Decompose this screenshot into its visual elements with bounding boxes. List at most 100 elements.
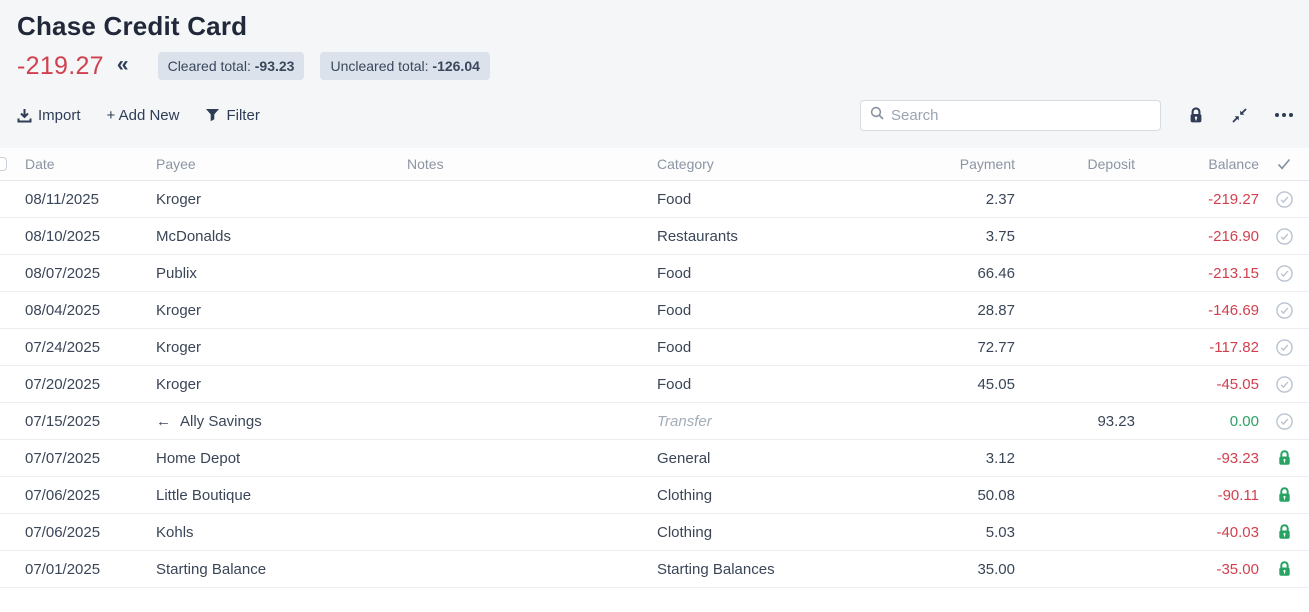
transaction-payment[interactable]: 28.87 bbox=[902, 302, 1015, 319]
transaction-date[interactable]: 08/04/2025 bbox=[20, 302, 151, 319]
transaction-category[interactable]: Restaurants bbox=[652, 228, 902, 245]
payee-name: Publix bbox=[156, 265, 197, 282]
transaction-date[interactable]: 08/07/2025 bbox=[20, 265, 151, 282]
transaction-payee[interactable]: Kroger bbox=[151, 302, 402, 319]
transaction-category[interactable]: Food bbox=[652, 339, 902, 356]
column-header-deposit[interactable]: Deposit bbox=[1015, 156, 1135, 172]
transaction-payee[interactable]: Kroger bbox=[151, 191, 402, 208]
transaction-date[interactable]: 07/07/2025 bbox=[20, 450, 151, 467]
transaction-payee[interactable]: Starting Balance bbox=[151, 561, 402, 578]
transaction-payment[interactable]: 3.12 bbox=[902, 450, 1015, 467]
table-row[interactable]: 07/07/2025 Home Depot General 3.12 -93.2… bbox=[0, 440, 1309, 477]
transaction-payee[interactable]: Kroger bbox=[151, 339, 402, 356]
transaction-status-toggle[interactable] bbox=[1259, 487, 1309, 503]
add-new-button[interactable]: + Add New bbox=[107, 107, 180, 124]
transaction-payment[interactable]: 66.46 bbox=[902, 265, 1015, 282]
table-row[interactable]: 07/06/2025 Little Boutique Clothing 50.0… bbox=[0, 477, 1309, 514]
download-icon bbox=[17, 108, 32, 123]
search-box[interactable] bbox=[860, 100, 1161, 131]
transaction-date[interactable]: 07/06/2025 bbox=[20, 524, 151, 541]
account-balance: -219.27 bbox=[17, 52, 104, 81]
circle-check-icon bbox=[1276, 413, 1293, 430]
transaction-status-toggle[interactable] bbox=[1259, 561, 1309, 577]
green-lock-icon bbox=[1277, 561, 1292, 577]
payee-name: Home Depot bbox=[156, 450, 240, 467]
transaction-status-toggle[interactable] bbox=[1259, 413, 1309, 430]
table-row[interactable]: 07/24/2025 Kroger Food 72.77 -117.82 bbox=[0, 329, 1309, 366]
transaction-category[interactable]: Clothing bbox=[652, 487, 902, 504]
table-row[interactable]: 07/01/2025 Starting Balance Starting Bal… bbox=[0, 551, 1309, 588]
transaction-date[interactable]: 08/10/2025 bbox=[20, 228, 151, 245]
transactions-table: Date Payee Notes Category Payment Deposi… bbox=[0, 148, 1309, 612]
transaction-payee[interactable]: Publix bbox=[151, 265, 402, 282]
transaction-status-toggle[interactable] bbox=[1259, 228, 1309, 245]
transaction-date[interactable]: 07/20/2025 bbox=[20, 376, 151, 393]
transaction-category[interactable]: Starting Balances bbox=[652, 561, 902, 578]
column-header-payee[interactable]: Payee bbox=[151, 156, 402, 172]
account-header-panel: Chase Credit Card -219.27 « Cleared tota… bbox=[0, 0, 1309, 148]
transaction-category[interactable]: General bbox=[652, 450, 902, 467]
transaction-payee[interactable]: ←Ally Savings bbox=[151, 413, 402, 430]
transaction-deposit[interactable]: 93.23 bbox=[1015, 413, 1135, 430]
table-row[interactable]: 07/06/2025 Kohls Clothing 5.03 -40.03 bbox=[0, 514, 1309, 551]
transaction-category[interactable]: Food bbox=[652, 302, 902, 319]
transaction-category[interactable]: Food bbox=[652, 265, 902, 282]
transaction-status-toggle[interactable] bbox=[1259, 191, 1309, 208]
column-header-category[interactable]: Category bbox=[652, 156, 902, 172]
table-row[interactable]: 07/20/2025 Kroger Food 45.05 -45.05 bbox=[0, 366, 1309, 403]
transaction-rows: 08/11/2025 Kroger Food 2.37 -219.27 08/1… bbox=[0, 181, 1309, 588]
transaction-payee[interactable]: Home Depot bbox=[151, 450, 402, 467]
transaction-status-toggle[interactable] bbox=[1259, 376, 1309, 393]
account-menu-button[interactable] bbox=[1275, 113, 1293, 117]
transaction-payee[interactable]: McDonalds bbox=[151, 228, 402, 245]
column-header-notes[interactable]: Notes bbox=[402, 156, 652, 172]
table-row[interactable]: 07/15/2025 ←Ally Savings Transfer 93.23 … bbox=[0, 403, 1309, 440]
table-row[interactable]: 08/04/2025 Kroger Food 28.87 -146.69 bbox=[0, 292, 1309, 329]
filter-label: Filter bbox=[226, 107, 259, 124]
collapse-transactions-button[interactable] bbox=[1231, 107, 1248, 124]
transaction-balance: -45.05 bbox=[1135, 376, 1259, 393]
collapse-arrows-icon bbox=[1231, 107, 1248, 124]
transaction-payment[interactable]: 35.00 bbox=[902, 561, 1015, 578]
table-row[interactable]: 08/10/2025 McDonalds Restaurants 3.75 -2… bbox=[0, 218, 1309, 255]
search-input[interactable] bbox=[891, 107, 1151, 124]
payee-name: Kroger bbox=[156, 191, 201, 208]
transaction-category[interactable]: Transfer bbox=[652, 413, 902, 430]
transaction-payment[interactable]: 72.77 bbox=[902, 339, 1015, 356]
transaction-payee[interactable]: Kroger bbox=[151, 376, 402, 393]
transaction-payment[interactable]: 2.37 bbox=[902, 191, 1015, 208]
transaction-date[interactable]: 08/11/2025 bbox=[20, 191, 151, 208]
transaction-date[interactable]: 07/24/2025 bbox=[20, 339, 151, 356]
column-header-balance[interactable]: Balance bbox=[1135, 156, 1259, 172]
transaction-category[interactable]: Food bbox=[652, 376, 902, 393]
transaction-status-toggle[interactable] bbox=[1259, 524, 1309, 540]
column-header-payment[interactable]: Payment bbox=[902, 156, 1015, 172]
transaction-payment[interactable]: 5.03 bbox=[902, 524, 1015, 541]
column-header-cleared[interactable] bbox=[1259, 158, 1309, 170]
import-button[interactable]: Import bbox=[17, 107, 81, 124]
transaction-status-toggle[interactable] bbox=[1259, 339, 1309, 356]
transaction-payment[interactable]: 45.05 bbox=[902, 376, 1015, 393]
transaction-category[interactable]: Food bbox=[652, 191, 902, 208]
transaction-status-toggle[interactable] bbox=[1259, 450, 1309, 466]
transaction-payment[interactable]: 3.75 bbox=[902, 228, 1015, 245]
transaction-status-toggle[interactable] bbox=[1259, 302, 1309, 319]
transaction-date[interactable]: 07/01/2025 bbox=[20, 561, 151, 578]
table-row[interactable]: 08/07/2025 Publix Food 66.46 -213.15 bbox=[0, 255, 1309, 292]
select-all-checkbox[interactable] bbox=[0, 157, 7, 171]
transaction-balance: -40.03 bbox=[1135, 524, 1259, 541]
transaction-payee[interactable]: Little Boutique bbox=[151, 487, 402, 504]
table-row[interactable]: 08/11/2025 Kroger Food 2.37 -219.27 bbox=[0, 181, 1309, 218]
transaction-status-toggle[interactable] bbox=[1259, 265, 1309, 282]
transaction-category[interactable]: Clothing bbox=[652, 524, 902, 541]
transaction-date[interactable]: 07/15/2025 bbox=[20, 413, 151, 430]
circle-check-icon bbox=[1276, 191, 1293, 208]
transaction-payee[interactable]: Kohls bbox=[151, 524, 402, 541]
select-all-checkbox-cell[interactable] bbox=[0, 157, 20, 171]
filter-button[interactable]: Filter bbox=[205, 107, 259, 124]
transaction-date[interactable]: 07/06/2025 bbox=[20, 487, 151, 504]
collapse-header-button[interactable]: « bbox=[117, 54, 129, 78]
column-header-date[interactable]: Date bbox=[20, 156, 151, 172]
privacy-lock-button[interactable] bbox=[1188, 107, 1204, 124]
transaction-payment[interactable]: 50.08 bbox=[902, 487, 1015, 504]
